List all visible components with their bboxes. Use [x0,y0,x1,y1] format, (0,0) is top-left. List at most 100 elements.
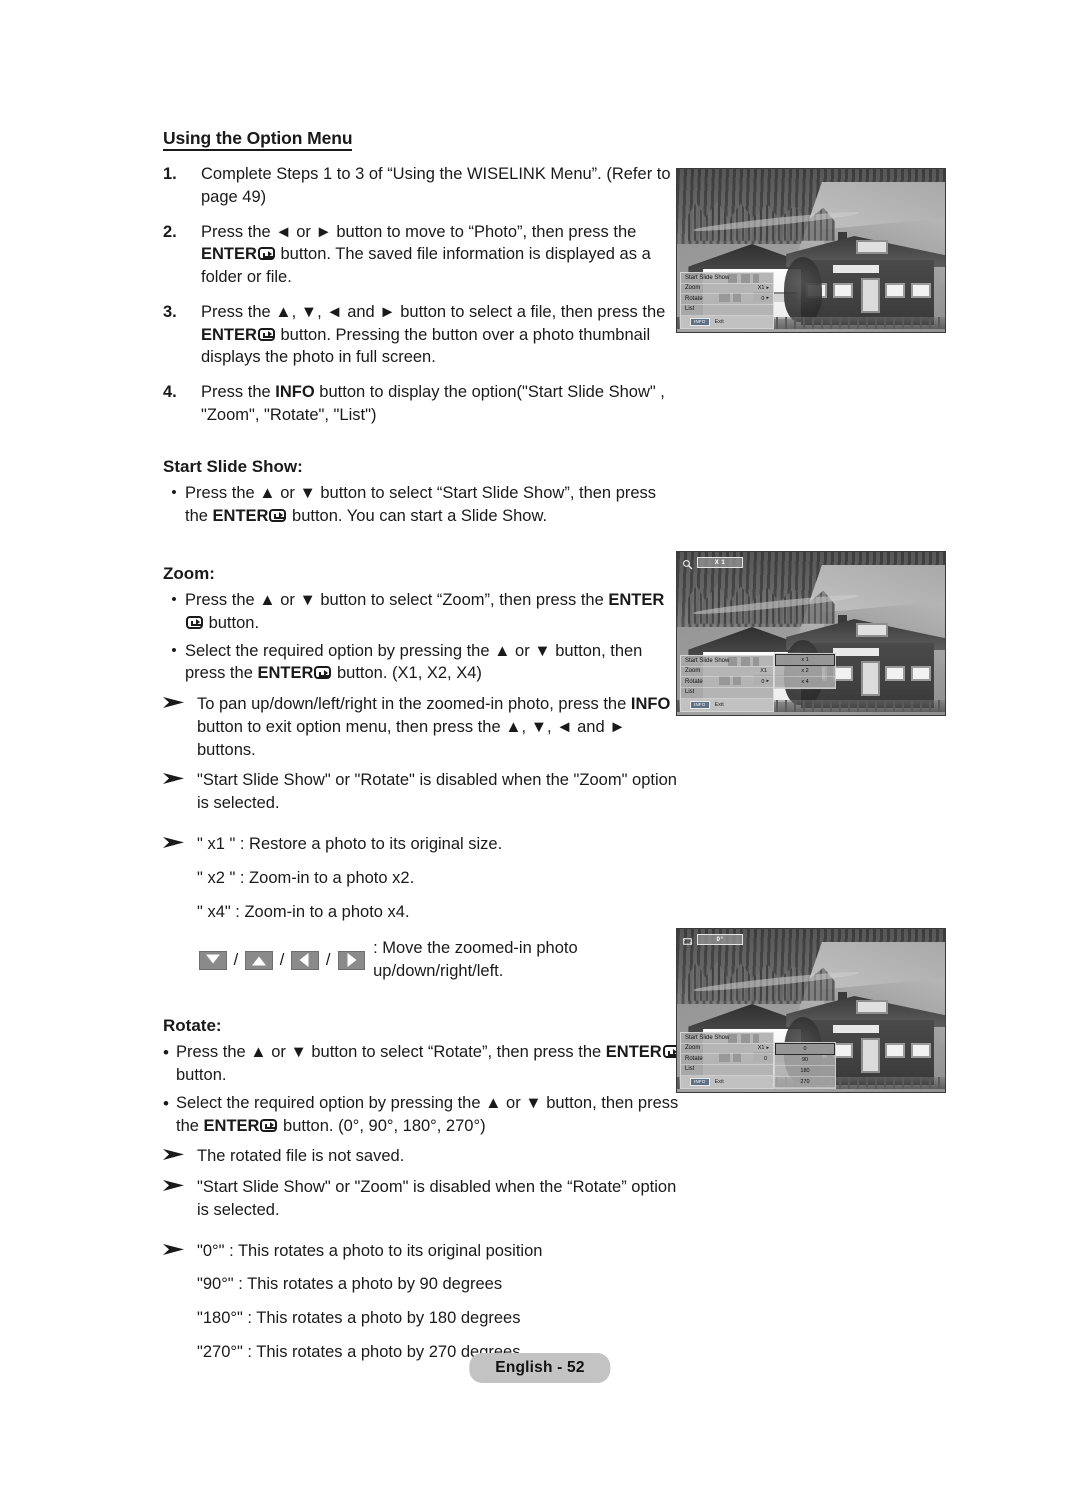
zoom-bullet-2-text: Select the required option by pressing t… [185,640,683,686]
osd-label: Zoom [685,668,701,675]
step-2-number: 2. [163,222,177,241]
rotate-option-0[interactable]: 0 [775,1042,835,1055]
zoom-bullet-2: • Select the required option by pressing… [163,640,683,686]
zoom-n1-a: To pan up/down/left/right in the zoomed-… [197,695,631,714]
osd-footer: INFO Exit [681,698,773,711]
chevron-right-icon: ▸ [766,295,769,302]
step-4-text-a: Press the [201,383,276,402]
osd-value: 0 [761,296,765,303]
osd-label: List [685,1066,695,1073]
step-2: 2. Press the ◄ or ► button to move to “P… [163,221,683,289]
key-separator: / [233,950,239,969]
zoom-direction-keys-row: / / / : Move the zoomed-in photo up/down… [163,937,683,983]
osd-option-menu[interactable]: Start Slide Show Zoom X1 ▸ Rotate 0 ▸ List… [680,272,774,329]
osd-label: Start Slide Show [685,274,730,281]
tv-screenshot-rotate-menu: 0° Start Slide Show Zoom X1 ▸ Rotate 0 Li… [676,928,946,1093]
section-rotate-heading: Rotate: [163,1015,222,1035]
chevron-right-icon: ▸ [766,678,769,685]
rotate-option-180[interactable]: 180 [775,1066,835,1077]
zoom-submenu[interactable]: x 1 x 2 x 4 [774,652,836,689]
osd-item-zoom[interactable]: Zoom X1 ▸ [681,1044,773,1055]
rotate-bullet-2: • Select the required option by pressing… [163,1092,683,1138]
osd-label: Start Slide Show [685,1034,730,1041]
rotate-note-2: "Start Slide Show" or "Zoom" is disabled… [163,1176,683,1222]
osd-item-list[interactable]: List [681,305,773,316]
enter-icon [257,247,275,261]
zoom-b1-b: button. [204,613,260,632]
osd-item-list[interactable]: List [681,1065,773,1076]
section-start-slide-show-heading: Start Slide Show: [163,456,303,476]
magnifier-icon [682,557,693,570]
rotate-icon [682,934,693,946]
enter-icon [314,666,332,680]
zoom-x2-text: " x2 " : Zoom-in to a photo x2. [197,868,415,887]
step-3-enter-label: ENTER [201,325,257,344]
osd-item-list[interactable]: List [681,688,773,699]
slideshow-enter-label: ENTER [212,506,269,525]
zoom-status-badge: X 1 [682,557,743,570]
rotate-submenu[interactable]: 0 90 180 270 [774,1041,836,1089]
osd-exit-label: Exit [714,318,724,325]
slideshow-text-b: button. You can start a Slide Show. [287,506,548,525]
dart-icon [163,1176,197,1192]
rotate-0-note: "0°" : This rotates a photo to its origi… [163,1240,683,1263]
bullet-dot: • [171,591,177,609]
osd-item-start-slide-show[interactable]: Start Slide Show [681,656,773,667]
enter-icon [186,615,203,629]
rotate-status-badge: 0° [682,934,743,946]
osd-value: X1 [757,285,765,292]
down-arrow-icon [199,950,227,970]
osd-item-zoom[interactable]: Zoom X1 ▸ [681,284,773,295]
osd-footer: INFO Exit [681,1075,773,1088]
dart-icon [163,769,197,785]
info-key-badge[interactable]: INFO [690,700,710,709]
bullet-dot: • [171,641,177,659]
osd-item-zoom[interactable]: Zoom X1 [681,667,773,678]
dart-icon [163,693,197,709]
dart-icon [163,1240,197,1256]
rotate-90-text: "90°" : This rotates a photo by 90 degre… [197,1275,503,1294]
rotate-bullet-2-text: Select the required option by pressing t… [176,1092,683,1138]
slideshow-bullet: • Press the ▲ or ▼ button to select “Sta… [163,482,683,528]
zoom-option-x4[interactable]: x 4 [775,677,835,688]
zoom-note-1: To pan up/down/left/right in the zoomed-… [163,693,683,761]
rotate-option-270[interactable]: 270 [775,1077,835,1088]
osd-label: List [685,689,695,696]
osd-item-rotate[interactable]: Rotate 0 ▸ [681,677,773,688]
zoom-bullet-1-text: Press the ▲ or ▼ button to select “Zoom”… [185,589,683,635]
key-separator: / [279,950,285,969]
osd-item-start-slide-show[interactable]: Start Slide Show [681,273,773,284]
osd-item-start-slide-show[interactable]: Start Slide Show [681,1033,773,1044]
info-key-badge[interactable]: INFO [690,317,710,326]
step-2-text: Press the ◄ or ► button to move to “Phot… [201,221,683,289]
osd-option-menu[interactable]: Start Slide Show Zoom X1 Rotate 0 ▸ List … [680,655,774,712]
zoom-x1-note: " x1 " : Restore a photo to its original… [163,833,683,856]
zoom-x4-text: " x4" : Zoom-in to a photo x4. [197,902,410,921]
osd-label: Rotate [685,295,703,302]
osd-exit-label: Exit [714,701,724,708]
step-4-info-label: INFO [275,383,315,402]
manual-page: Using the Option Menu 1. Complete Steps … [0,0,1080,1486]
zoom-b1-enter-label: ENTER [608,591,665,610]
osd-item-rotate[interactable]: Rotate 0 ▸ [681,294,773,305]
rotate-bullet-1-text: Press the ▲ or ▼ button to select “Rotat… [176,1041,683,1087]
zoom-bullet-1: • Press the ▲ or ▼ button to select “Zoo… [163,589,683,635]
bullet-dot: • [163,1093,169,1113]
rotate-note-1-text: The rotated file is not saved. [197,1147,405,1166]
step-1-number: 1. [163,165,177,184]
zoom-x1-text: " x1 " : Restore a photo to its original… [197,834,503,853]
rotate-0-text: "0°" : This rotates a photo to its origi… [197,1241,543,1260]
rotate-note-2-text: "Start Slide Show" or "Zoom" is disabled… [197,1178,677,1219]
osd-value: X1 [760,668,767,675]
osd-item-rotate[interactable]: Rotate 0 [681,1054,773,1065]
osd-label: Rotate [685,1055,703,1062]
rotate-b1-a: Press the ▲ or ▼ button to select “Rotat… [176,1043,606,1062]
zoom-b1-a: Press the ▲ or ▼ button to select “Zoom”… [185,591,609,610]
osd-option-menu[interactable]: Start Slide Show Zoom X1 ▸ Rotate 0 List … [680,1032,774,1089]
rotate-option-90[interactable]: 90 [775,1055,835,1066]
dart-icon [163,833,197,849]
zoom-b2-enter-label: ENTER [257,664,314,683]
info-key-badge[interactable]: INFO [690,1077,710,1086]
zoom-option-x2[interactable]: x 2 [775,666,835,677]
zoom-option-x1[interactable]: x 1 [775,653,835,666]
